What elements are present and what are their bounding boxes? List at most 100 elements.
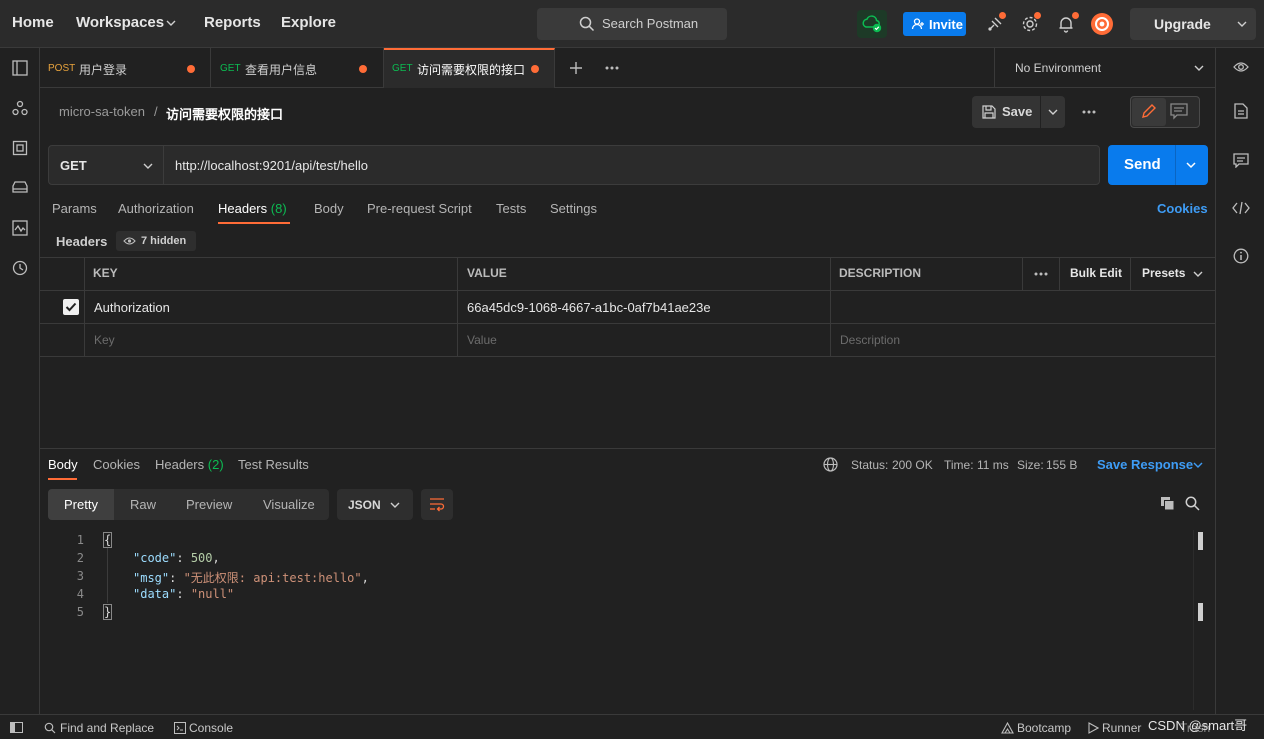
search-icon bbox=[44, 722, 56, 734]
tab-user-login[interactable]: POST 用户登录 bbox=[40, 48, 211, 88]
description-placeholder[interactable]: Description bbox=[840, 333, 900, 347]
view-pretty[interactable]: Pretty bbox=[48, 489, 114, 520]
new-tab-icon[interactable] bbox=[12, 60, 28, 76]
bootcamp-button[interactable]: Bootcamp bbox=[1017, 721, 1071, 735]
tab-protected-api[interactable]: GET 访问需要权限的接口 bbox=[384, 48, 555, 88]
tab-params[interactable]: Params bbox=[52, 201, 97, 216]
save-button[interactable]: Save bbox=[972, 96, 1040, 128]
copy-icon[interactable] bbox=[1160, 496, 1175, 511]
table-border bbox=[40, 356, 1215, 357]
response-divider[interactable] bbox=[40, 448, 1215, 449]
send-button[interactable]: Send bbox=[1108, 145, 1208, 185]
view-preview[interactable]: Preview bbox=[170, 489, 248, 520]
environment-select[interactable]: No Environment bbox=[994, 48, 1215, 88]
bell-icon[interactable] bbox=[1058, 15, 1074, 33]
method-select[interactable]: GET bbox=[48, 145, 164, 185]
more-tabs-icon[interactable] bbox=[605, 66, 619, 70]
line-number: 3 bbox=[76, 569, 84, 583]
scroll-marker[interactable] bbox=[1198, 603, 1203, 621]
apis-icon[interactable] bbox=[12, 100, 28, 116]
tab-prerequest-script[interactable]: Pre-request Script bbox=[367, 201, 472, 216]
time-value[interactable]: 11 ms bbox=[977, 458, 1009, 472]
globe-icon[interactable] bbox=[823, 457, 838, 472]
format-select[interactable]: JSON bbox=[337, 489, 413, 520]
breadcrumb-collection[interactable]: micro-sa-token bbox=[59, 104, 145, 119]
chevron-down-icon[interactable] bbox=[1185, 159, 1197, 171]
status-label: Status: bbox=[851, 458, 889, 472]
monitors-icon[interactable] bbox=[12, 220, 28, 236]
add-user-icon bbox=[911, 17, 925, 31]
view-visualize[interactable]: Visualize bbox=[248, 489, 329, 520]
nav-reports[interactable]: Reports bbox=[204, 14, 261, 31]
table-border bbox=[830, 257, 831, 357]
tab-authorization[interactable]: Authorization bbox=[118, 201, 194, 216]
chevron-down-icon[interactable] bbox=[1192, 459, 1204, 471]
response-tab-test-results[interactable]: Test Results bbox=[238, 457, 309, 472]
chevron-down-icon[interactable] bbox=[1192, 268, 1204, 280]
chevron-down-icon[interactable] bbox=[165, 17, 177, 29]
edit-mode-button[interactable] bbox=[1132, 98, 1166, 126]
upgrade-button[interactable]: Upgrade bbox=[1130, 8, 1256, 40]
view-mode-toggle bbox=[1130, 96, 1200, 128]
mock-servers-icon[interactable] bbox=[11, 180, 29, 196]
eye-icon[interactable] bbox=[1233, 60, 1249, 74]
environments-icon[interactable] bbox=[12, 140, 28, 156]
add-tab-icon[interactable] bbox=[569, 61, 583, 75]
info-icon[interactable] bbox=[1233, 248, 1249, 264]
response-tab-headers[interactable]: Headers (2) bbox=[155, 457, 224, 472]
format-label: JSON bbox=[348, 498, 381, 512]
value-placeholder[interactable]: Value bbox=[467, 333, 497, 347]
more-actions-icon[interactable] bbox=[1082, 110, 1096, 114]
scrollbar-track[interactable] bbox=[1193, 530, 1194, 710]
nav-home[interactable]: Home bbox=[12, 14, 54, 31]
presets-button[interactable]: Presets bbox=[1142, 266, 1185, 280]
tab-tests[interactable]: Tests bbox=[496, 201, 526, 216]
save-options-button[interactable] bbox=[1041, 96, 1065, 128]
invite-button[interactable]: Invite bbox=[903, 12, 966, 36]
table-border bbox=[1022, 257, 1023, 290]
comment-mode-icon[interactable] bbox=[1169, 102, 1189, 120]
breadcrumb-request[interactable]: 访问需要权限的接口 bbox=[166, 104, 283, 123]
search-bar[interactable]: Search Postman bbox=[537, 8, 727, 40]
view-raw[interactable]: Raw bbox=[114, 489, 170, 520]
save-response-button[interactable]: Save Response bbox=[1097, 457, 1193, 472]
response-tab-cookies[interactable]: Cookies bbox=[93, 457, 140, 472]
line-number: 4 bbox=[76, 587, 84, 601]
response-tab-body[interactable]: Body bbox=[48, 457, 78, 472]
line-number: 2 bbox=[76, 551, 84, 565]
runner-button[interactable]: Runner bbox=[1102, 721, 1141, 735]
tab-settings[interactable]: Settings bbox=[550, 201, 597, 216]
top-bar: Home Workspaces Reports Explore Search P… bbox=[0, 0, 1264, 48]
find-replace-button[interactable]: Find and Replace bbox=[60, 721, 154, 735]
header-key[interactable]: Authorization bbox=[94, 300, 170, 315]
documentation-icon[interactable] bbox=[1234, 103, 1248, 119]
tab-body[interactable]: Body bbox=[314, 201, 344, 216]
key-placeholder[interactable]: Key bbox=[94, 333, 115, 347]
tab-user-info[interactable]: GET 查看用户信息 bbox=[211, 48, 384, 88]
view-preview-label: Preview bbox=[186, 497, 233, 512]
code-icon[interactable] bbox=[1232, 201, 1250, 215]
table-border bbox=[457, 257, 458, 357]
row-enabled-checkbox[interactable] bbox=[63, 299, 79, 315]
status-value[interactable]: 200 OK bbox=[892, 458, 933, 472]
nav-explore[interactable]: Explore bbox=[281, 14, 336, 31]
header-value[interactable]: 66a45dc9-1068-4667-a1bc-0af7b41ae23e bbox=[467, 300, 711, 315]
avatar[interactable] bbox=[1090, 12, 1114, 36]
hidden-headers-toggle[interactable]: 7 hidden bbox=[116, 231, 196, 251]
history-icon[interactable] bbox=[12, 260, 28, 276]
comments-icon[interactable] bbox=[1233, 152, 1249, 168]
search-icon[interactable] bbox=[1185, 496, 1200, 511]
tab-headers[interactable]: Headers (8) bbox=[218, 201, 287, 216]
wrap-lines-button[interactable] bbox=[421, 489, 453, 520]
nav-workspaces[interactable]: Workspaces bbox=[76, 14, 164, 31]
toggle-sidebar-icon[interactable] bbox=[10, 722, 23, 733]
bulk-edit-button[interactable]: Bulk Edit bbox=[1070, 266, 1122, 280]
column-options-icon[interactable] bbox=[1034, 272, 1048, 276]
size-value[interactable]: 155 B bbox=[1046, 458, 1077, 472]
hidden-count: 7 hidden bbox=[141, 235, 187, 247]
cookies-link[interactable]: Cookies bbox=[1157, 201, 1208, 216]
console-button[interactable]: Console bbox=[189, 721, 233, 735]
sync-status-icon[interactable] bbox=[857, 10, 887, 38]
url-input[interactable]: http://localhost:9201/api/test/hello bbox=[163, 145, 1100, 185]
scroll-marker[interactable] bbox=[1198, 532, 1203, 550]
